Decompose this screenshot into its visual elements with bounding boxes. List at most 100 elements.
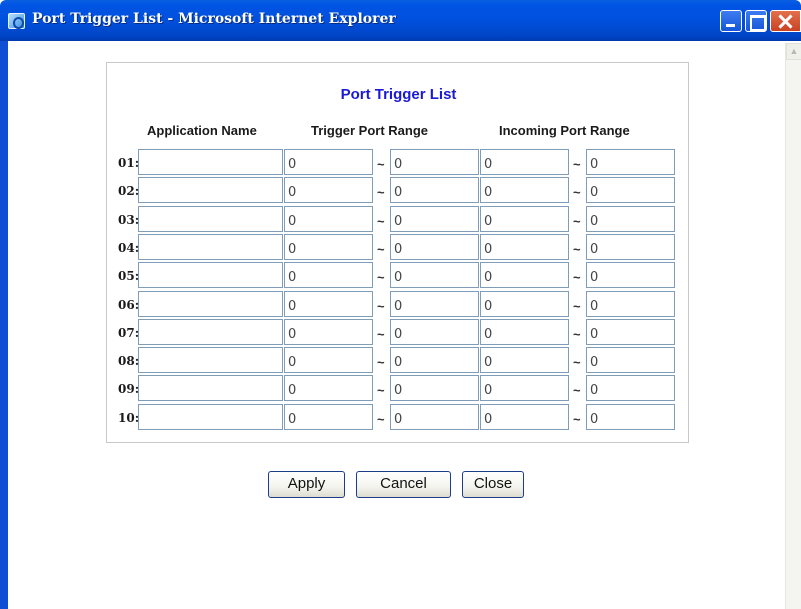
maximize-button[interactable] — [745, 10, 767, 32]
ie-icon — [8, 13, 25, 29]
trigger-port-end-input[interactable] — [390, 375, 479, 401]
apply-button[interactable]: Apply — [268, 471, 345, 498]
incoming-port-start-input[interactable] — [480, 347, 569, 373]
range-separator: ~ — [573, 185, 581, 200]
table-row: 07: ~ ~ — [107, 319, 690, 345]
range-separator: ~ — [377, 299, 385, 314]
row-number: 03: — [118, 213, 140, 227]
table-row: 06: ~ ~ — [107, 291, 690, 317]
incoming-port-start-input[interactable] — [480, 234, 569, 260]
incoming-port-start-input[interactable] — [480, 149, 569, 175]
table-row: 02: ~ ~ — [107, 177, 690, 203]
table-row: 03: ~ ~ — [107, 206, 690, 232]
trigger-port-end-input[interactable] — [390, 291, 479, 317]
table-row: 01: ~ ~ — [107, 149, 690, 175]
incoming-port-end-input[interactable] — [586, 319, 675, 345]
window-frame-left — [0, 41, 8, 609]
row-number: 06: — [118, 298, 140, 312]
incoming-port-start-input[interactable] — [480, 375, 569, 401]
trigger-port-start-input[interactable] — [284, 177, 373, 203]
range-separator: ~ — [573, 157, 581, 172]
incoming-port-start-input[interactable] — [480, 177, 569, 203]
trigger-port-start-input[interactable] — [284, 375, 373, 401]
table-row: 05: ~ ~ — [107, 262, 690, 288]
incoming-port-end-input[interactable] — [586, 262, 675, 288]
close-button[interactable]: Close — [462, 471, 524, 498]
range-separator: ~ — [573, 412, 581, 427]
trigger-port-start-input[interactable] — [284, 404, 373, 430]
trigger-port-end-input[interactable] — [390, 404, 479, 430]
table-row: 08: ~ ~ — [107, 347, 690, 373]
trigger-port-end-input[interactable] — [390, 149, 479, 175]
range-separator: ~ — [377, 412, 385, 427]
incoming-port-start-input[interactable] — [480, 291, 569, 317]
application-name-input[interactable] — [138, 206, 283, 232]
row-number: 04: — [118, 241, 140, 255]
trigger-port-end-input[interactable] — [390, 262, 479, 288]
range-separator: ~ — [377, 157, 385, 172]
table-row: 04: ~ ~ — [107, 234, 690, 260]
trigger-port-start-input[interactable] — [284, 262, 373, 288]
range-separator: ~ — [573, 242, 581, 257]
range-separator: ~ — [573, 214, 581, 229]
row-number: 07: — [118, 326, 140, 340]
application-name-input[interactable] — [138, 149, 283, 175]
trigger-port-start-input[interactable] — [284, 206, 373, 232]
incoming-port-end-input[interactable] — [586, 234, 675, 260]
range-separator: ~ — [573, 383, 581, 398]
application-name-input[interactable] — [138, 375, 283, 401]
application-name-input[interactable] — [138, 234, 283, 260]
row-number: 08: — [118, 354, 140, 368]
trigger-port-end-input[interactable] — [390, 206, 479, 232]
row-number: 02: — [118, 184, 140, 198]
column-header-application: Application Name — [147, 123, 257, 138]
range-separator: ~ — [377, 242, 385, 257]
row-number: 01: — [118, 156, 140, 170]
range-separator: ~ — [377, 214, 385, 229]
trigger-port-start-input[interactable] — [284, 234, 373, 260]
application-name-input[interactable] — [138, 177, 283, 203]
application-name-input[interactable] — [138, 319, 283, 345]
incoming-port-end-input[interactable] — [586, 149, 675, 175]
application-name-input[interactable] — [138, 262, 283, 288]
incoming-port-end-input[interactable] — [586, 206, 675, 232]
trigger-port-end-input[interactable] — [390, 347, 479, 373]
incoming-port-end-input[interactable] — [586, 375, 675, 401]
minimize-button[interactable] — [720, 10, 742, 32]
range-separator: ~ — [573, 327, 581, 342]
table-row: 10: ~ ~ — [107, 404, 690, 430]
table-row: 09: ~ ~ — [107, 375, 690, 401]
cancel-button[interactable]: Cancel — [356, 471, 451, 498]
window-title: Port Trigger List - Microsoft Internet E… — [32, 11, 396, 27]
range-separator: ~ — [573, 299, 581, 314]
incoming-port-start-input[interactable] — [480, 262, 569, 288]
application-name-input[interactable] — [138, 404, 283, 430]
close-window-button[interactable] — [770, 10, 801, 32]
trigger-port-end-input[interactable] — [390, 319, 479, 345]
incoming-port-end-input[interactable] — [586, 347, 675, 373]
vertical-scrollbar[interactable]: ▲ — [785, 43, 801, 609]
trigger-port-start-input[interactable] — [284, 319, 373, 345]
trigger-port-end-input[interactable] — [390, 234, 479, 260]
range-separator: ~ — [573, 355, 581, 370]
column-header-trigger: Trigger Port Range — [311, 123, 429, 138]
range-separator: ~ — [377, 355, 385, 370]
range-separator: ~ — [377, 327, 385, 342]
incoming-port-start-input[interactable] — [480, 404, 569, 430]
title-bar[interactable]: Port Trigger List - Microsoft Internet E… — [0, 0, 801, 41]
application-name-input[interactable] — [138, 291, 283, 317]
trigger-port-start-input[interactable] — [284, 291, 373, 317]
incoming-port-end-input[interactable] — [586, 404, 675, 430]
incoming-port-end-input[interactable] — [586, 291, 675, 317]
incoming-port-start-input[interactable] — [480, 206, 569, 232]
application-name-input[interactable] — [138, 347, 283, 373]
row-number: 09: — [118, 382, 140, 396]
scroll-up-arrow-icon[interactable]: ▲ — [786, 43, 801, 60]
trigger-port-end-input[interactable] — [390, 177, 479, 203]
incoming-port-end-input[interactable] — [586, 177, 675, 203]
range-separator: ~ — [573, 270, 581, 285]
range-separator: ~ — [377, 270, 385, 285]
trigger-port-start-input[interactable] — [284, 347, 373, 373]
incoming-port-start-input[interactable] — [480, 319, 569, 345]
trigger-port-start-input[interactable] — [284, 149, 373, 175]
